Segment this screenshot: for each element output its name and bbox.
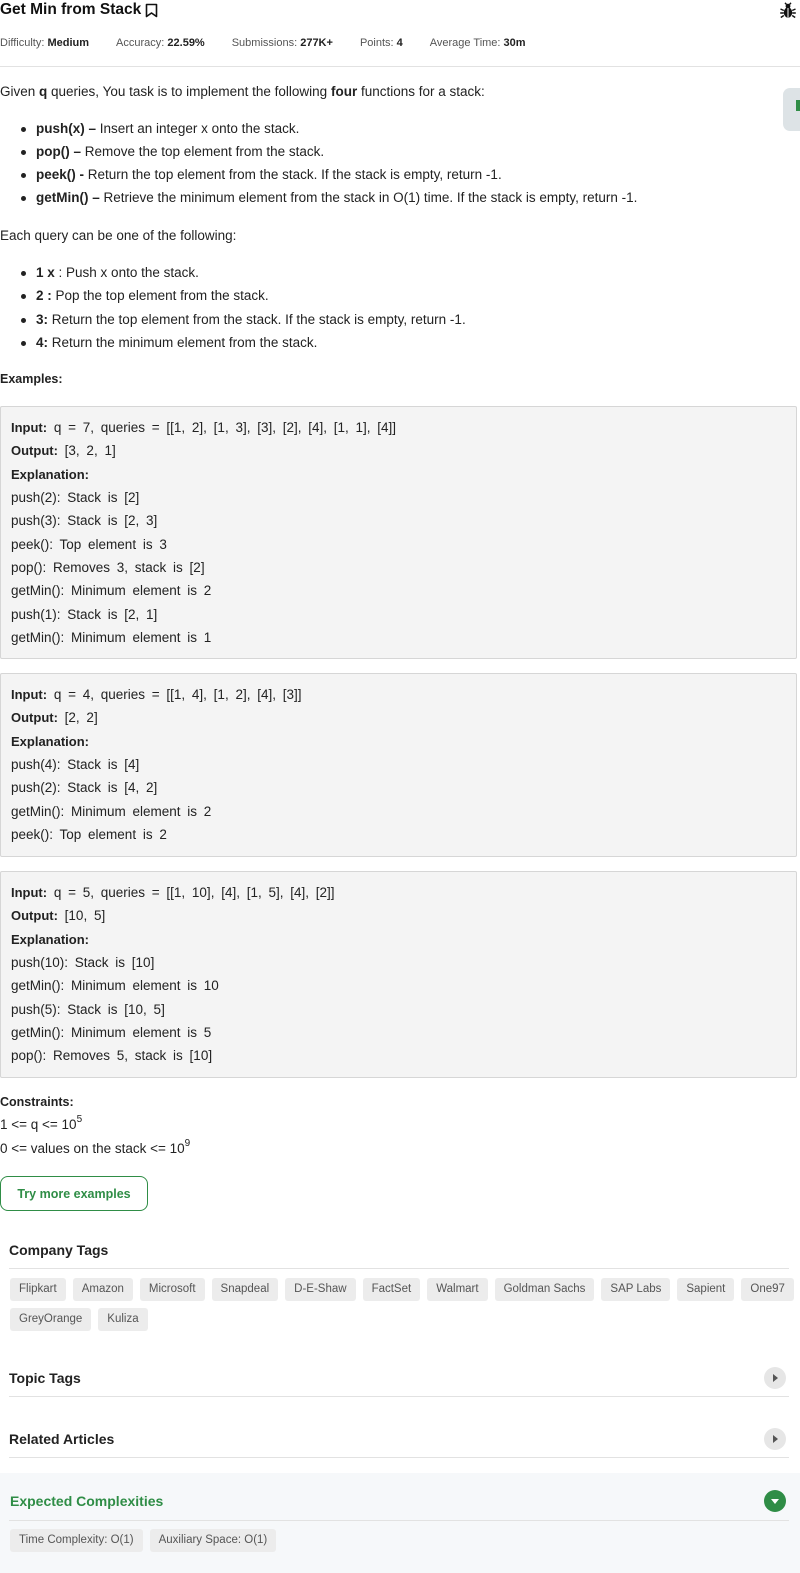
expected-complexities-heading[interactable]: Expected Complexities (10, 1493, 163, 1509)
list-item: 1 x : Push x onto the stack. (21, 265, 199, 280)
bug-report-icon[interactable] (779, 2, 797, 23)
divider (9, 1396, 789, 1397)
examples-heading: Examples: (0, 372, 63, 386)
example-input: Input: q = 5, queries = [[1, 10], [4], [… (11, 885, 335, 900)
company-tags-heading: Company Tags (9, 1242, 109, 1258)
company-tag[interactable]: GreyOrange (10, 1308, 92, 1331)
explanation-line: push(10): Stack is [10] (11, 955, 155, 970)
example-output: Output: [2, 2] (11, 710, 98, 725)
list-item: 4: Return the minimum element from the s… (20, 335, 318, 350)
company-tag[interactable]: Amazon (72, 1278, 133, 1301)
company-tags-list: Flipkart Amazon Microsoft Snapdeal D-E-S… (10, 1278, 800, 1331)
example-input: Input: q = 7, queries = [[1, 2], [1, 3],… (11, 420, 397, 435)
list-item: peek() - Return the top element from the… (21, 167, 502, 182)
constraint-q: 1 <= q <= 105 (0, 1114, 83, 1132)
list-item: push(x) – Insert an integer x onto the s… (20, 121, 300, 136)
explanation-line: getMin(): Minimum element is 2 (11, 583, 212, 598)
explanation-line: push(3): Stack is [2, 3] (11, 513, 158, 528)
example-output: Output: [10, 5] (11, 908, 106, 923)
chevron-right-icon[interactable] (764, 1367, 786, 1389)
explanation-line: peek(): Top element is 2 (11, 827, 167, 842)
explanation-line: push(2): Stack is [2] (11, 490, 140, 505)
query-intro: Each query can be one of the following: (0, 228, 237, 243)
company-tag[interactable]: One97 (741, 1278, 794, 1301)
meta-average-time: Average Time: 30m (429, 37, 526, 49)
company-tag[interactable]: D-E-Shaw (285, 1278, 356, 1301)
page-title-row: Get Min from Stack (0, 1, 158, 19)
complexity-tags: Time Complexity: O(1) Auxiliary Space: O… (10, 1529, 800, 1552)
list-item: 3: Return the top element from the stack… (21, 312, 466, 327)
chevron-down-icon[interactable] (764, 1490, 786, 1512)
list-item: 2 : Pop the top element from the stack. (21, 288, 269, 303)
explanation-line: push(1): Stack is [2, 1] (11, 607, 158, 622)
explanation-line: pop(): Removes 5, stack is [10] (11, 1048, 213, 1063)
constraint-values: 0 <= values on the stack <= 109 (0, 1138, 191, 1156)
example-box-1: Input: q = 7, queries = [[1, 2], [1, 3],… (0, 406, 797, 659)
side-panel-tab[interactable] (783, 88, 800, 131)
company-tag[interactable]: Goldman Sachs (494, 1278, 595, 1301)
try-more-examples-button[interactable]: Try more examples (0, 1176, 148, 1211)
company-tag[interactable]: Microsoft (139, 1278, 205, 1301)
company-tag[interactable]: Snapdeal (211, 1278, 279, 1301)
example-explanation-label: Explanation: (11, 467, 90, 482)
company-tag[interactable]: Sapient (677, 1278, 735, 1301)
divider (9, 1457, 789, 1458)
explanation-line: getMin(): Minimum element is 10 (11, 978, 219, 993)
complexity-tag: Auxiliary Space: O(1) (149, 1529, 277, 1552)
meta-submissions: Submissions: 277K+ (231, 37, 333, 49)
complexity-tag: Time Complexity: O(1) (10, 1529, 143, 1552)
chevron-right-icon[interactable] (764, 1428, 786, 1450)
company-tag[interactable]: Kuliza (98, 1308, 148, 1331)
example-explanation-label: Explanation: (11, 734, 90, 749)
divider (9, 1520, 789, 1521)
list-item: getMin() – Retrieve the minimum element … (20, 190, 638, 205)
example-output: Output: [3, 2, 1] (11, 443, 116, 458)
bookmark-icon[interactable] (145, 3, 158, 18)
meta-difficulty: Difficulty: Medium (0, 37, 90, 49)
explanation-line: pop(): Removes 3, stack is [2] (11, 560, 205, 575)
explanation-line: peek(): Top element is 3 (11, 537, 167, 552)
explanation-line: getMin(): Minimum element is 5 (11, 1025, 212, 1040)
explanation-line: push(2): Stack is [4, 2] (11, 780, 158, 795)
topic-tags-heading[interactable]: Topic Tags (9, 1370, 81, 1386)
example-explanation-label: Explanation: (11, 932, 90, 947)
company-tag[interactable]: Walmart (427, 1278, 488, 1301)
explanation-line: push(5): Stack is [10, 5] (11, 1002, 165, 1017)
list-item: pop() – Remove the top element from the … (20, 144, 325, 159)
explanation-line: getMin(): Minimum element is 2 (11, 804, 212, 819)
explanation-line: getMin(): Minimum element is 1 (11, 630, 212, 645)
expected-complexities-panel (0, 1473, 800, 1573)
problem-intro: Given q queries, You task is to implemen… (0, 84, 485, 99)
related-articles-heading[interactable]: Related Articles (9, 1431, 114, 1447)
problem-meta: Difficulty: Medium Accuracy: 22.59% Subm… (0, 37, 553, 49)
explanation-line: push(4): Stack is [4] (11, 757, 140, 772)
company-tag[interactable]: SAP Labs (601, 1278, 671, 1301)
meta-accuracy: Accuracy: 22.59% (116, 37, 205, 49)
company-tag[interactable]: FactSet (362, 1278, 421, 1301)
divider (9, 1268, 789, 1269)
divider (0, 66, 800, 67)
example-box-2: Input: q = 4, queries = [[1, 4], [1, 2],… (0, 673, 797, 857)
constraints-heading: Constraints: (0, 1095, 74, 1109)
meta-points: Points: 4 (359, 37, 403, 49)
example-box-3: Input: q = 5, queries = [[1, 10], [4], [… (0, 871, 797, 1078)
company-tag[interactable]: Flipkart (10, 1278, 66, 1301)
page-title: Get Min from Stack (0, 1, 142, 18)
example-input: Input: q = 4, queries = [[1, 4], [1, 2],… (11, 687, 302, 702)
